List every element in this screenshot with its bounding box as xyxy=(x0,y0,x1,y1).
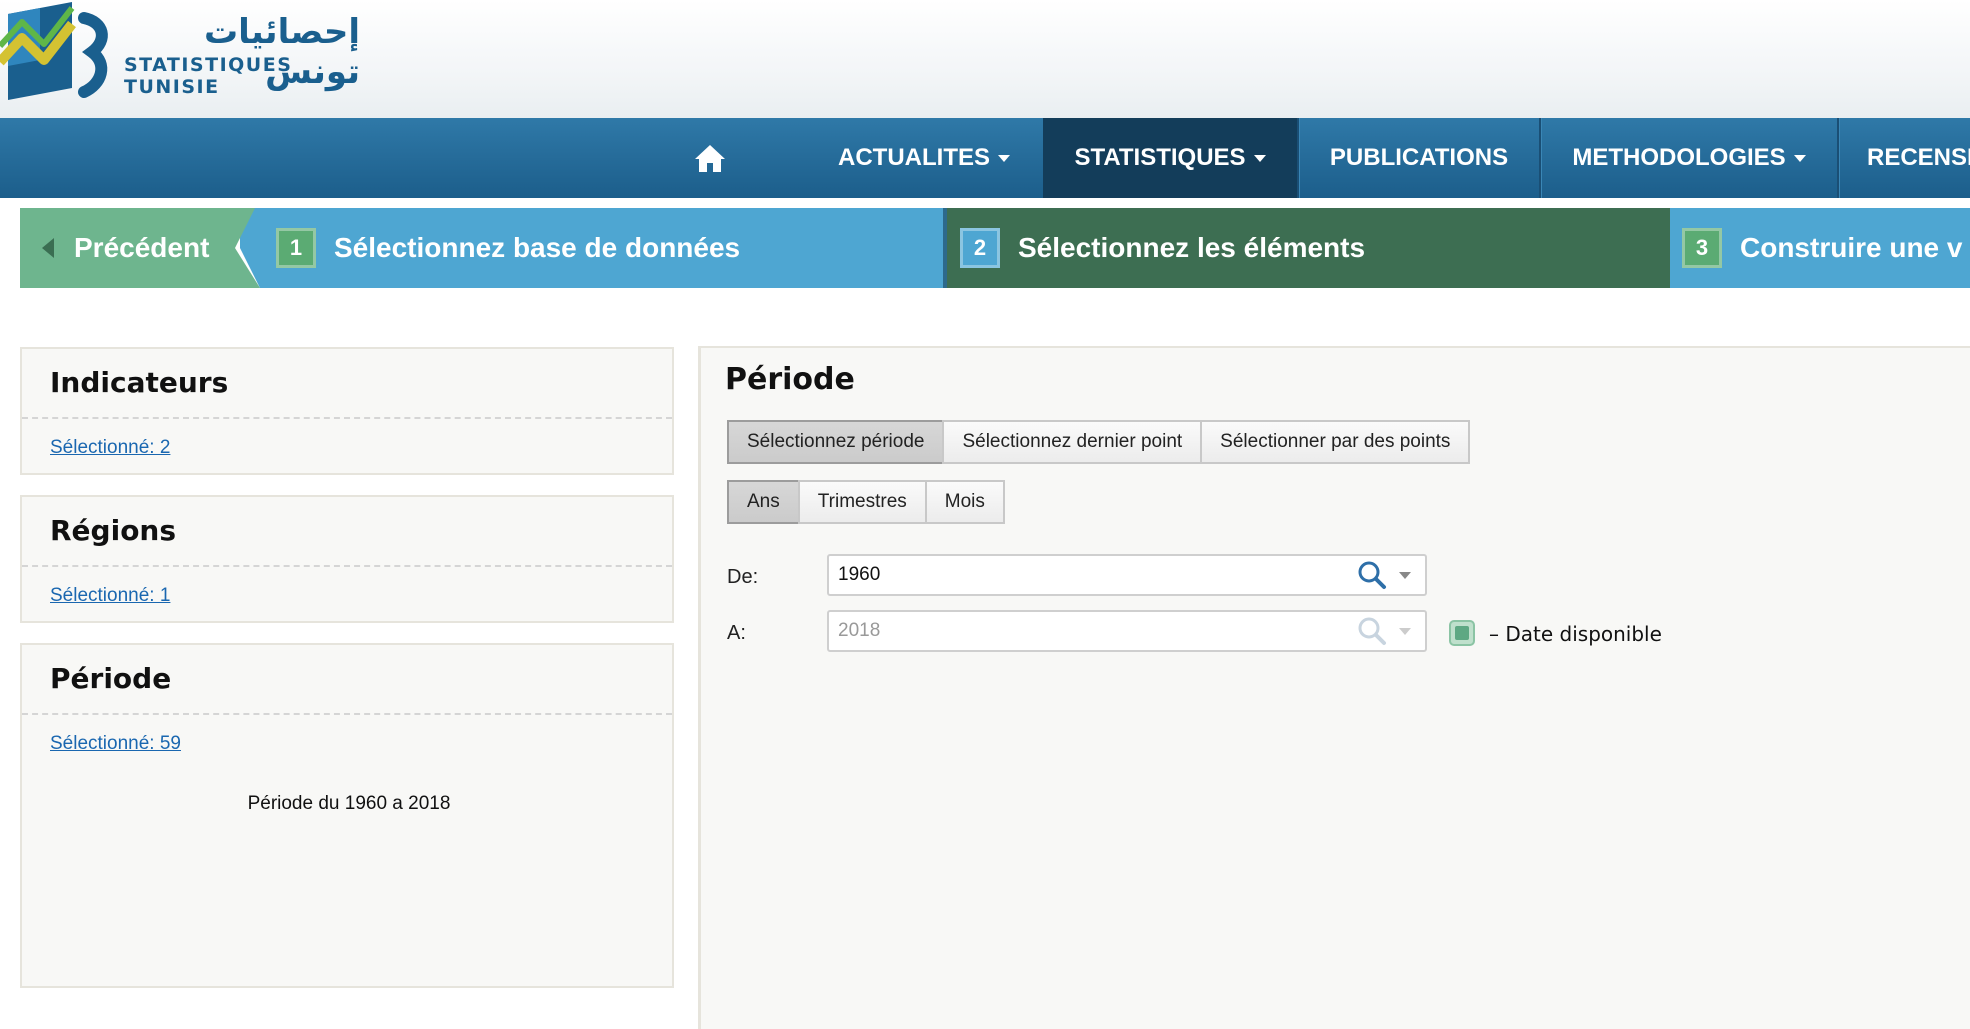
periode-summary-text: Période du 1960 a 2018 xyxy=(247,793,451,814)
nav-recensement[interactable]: RECENSI xyxy=(1839,118,1970,198)
step-1-number: 1 xyxy=(276,228,316,268)
from-label: De: xyxy=(727,566,759,588)
chevron-down-icon xyxy=(998,154,1010,162)
from-year-input[interactable] xyxy=(829,556,1355,594)
step-2-number: 2 xyxy=(960,228,1000,268)
logo-emblem-icon xyxy=(0,2,108,100)
panel-regions-title: Régions xyxy=(22,497,672,567)
step-2-select-elements[interactable]: 2 Sélectionnez les éléments xyxy=(960,208,1660,288)
available-date-legend-text: – Date disponible xyxy=(1489,622,1662,646)
to-year-select[interactable] xyxy=(827,610,1427,652)
search-icon[interactable] xyxy=(1355,614,1389,648)
frequency-months-button[interactable]: Mois xyxy=(924,480,1005,524)
step-wizard: Précédent 1 Sélectionnez base de données… xyxy=(20,208,1970,288)
indicateurs-selected-link[interactable]: Sélectionné: 2 xyxy=(50,437,170,459)
step-2-label: Sélectionnez les éléments xyxy=(1018,232,1366,263)
nav-home[interactable] xyxy=(672,118,748,198)
regions-selected-link[interactable]: Sélectionné: 1 xyxy=(50,585,170,607)
step-2-number-text: 2 xyxy=(973,235,987,260)
home-icon xyxy=(695,145,725,172)
nav-recensement-label: RECENSI xyxy=(1867,144,1970,171)
periode-main-panel: Période Sélectionnez période Sélectionne… xyxy=(698,346,1970,1029)
panel-regions: Régions Sélectionné: 1 xyxy=(20,495,674,623)
nav-statistiques[interactable]: STATISTIQUES xyxy=(1043,118,1297,198)
chevron-left-icon xyxy=(42,238,54,258)
to-label: A: xyxy=(727,622,746,644)
nav-methodologies[interactable]: METHODOLOGIES xyxy=(1541,118,1837,198)
select-by-points-button[interactable]: Sélectionner par des points xyxy=(1200,420,1471,464)
panel-indicateurs: Indicateurs Sélectionné: 2 xyxy=(20,347,674,475)
site-header: إحصائيات تونس STATISTIQUES TUNISIE xyxy=(0,0,1970,118)
step-1-label: Sélectionnez base de données xyxy=(334,232,741,263)
periode-selected-link[interactable]: Sélectionné: 59 xyxy=(50,733,181,755)
select-last-point-button[interactable]: Sélectionnez dernier point xyxy=(942,420,1203,464)
step-1-number-text: 1 xyxy=(289,235,303,260)
nav-publications[interactable]: PUBLICATIONS xyxy=(1299,118,1539,198)
frequency-quarters-button[interactable]: Trimestres xyxy=(797,480,927,524)
nav-methodologies-label: METHODOLOGIES xyxy=(1572,144,1786,171)
from-year-select[interactable] xyxy=(827,554,1427,596)
panel-periode-title: Période xyxy=(22,645,672,715)
step-3-build-view[interactable]: 3 Construire une v xyxy=(1682,208,1970,288)
step-back-button[interactable]: Précédent xyxy=(20,208,235,288)
period-mode-button-group: Sélectionnez période Sélectionnez dernie… xyxy=(727,420,1471,464)
step-3-number-text: 3 xyxy=(1695,235,1709,260)
step-3-label: Construire une v xyxy=(1740,232,1963,263)
chevron-down-icon[interactable] xyxy=(1399,627,1411,635)
main-title: Période xyxy=(725,362,855,397)
step-3-number: 3 xyxy=(1682,228,1722,268)
nav-actualites[interactable]: ACTUALITES xyxy=(806,118,1042,198)
select-period-button[interactable]: Sélectionnez période xyxy=(727,420,945,464)
search-icon[interactable] xyxy=(1355,558,1389,592)
available-date-legend-swatch xyxy=(1449,620,1475,646)
panel-periode: Période Sélectionné: 59 Période du 1960 … xyxy=(20,643,674,988)
nav-publications-label: PUBLICATIONS xyxy=(1329,144,1509,171)
chevron-down-icon[interactable] xyxy=(1399,571,1411,579)
chevron-down-icon xyxy=(1253,154,1266,162)
frequency-button-group: Ans Trimestres Mois xyxy=(727,480,1005,524)
chevron-down-icon xyxy=(1793,154,1806,162)
nav-statistiques-label: STATISTIQUES xyxy=(1074,144,1246,171)
main-navbar: ACTUALITES STATISTIQUES PUBLICATIONS MET… xyxy=(0,118,1970,198)
logo-french-text: STATISTIQUES TUNISIE xyxy=(124,54,293,98)
nav-actualites-label: ACTUALITES xyxy=(838,144,990,171)
to-year-input[interactable] xyxy=(829,612,1355,650)
step-back-label: Précédent xyxy=(74,232,210,263)
frequency-years-button[interactable]: Ans xyxy=(727,480,800,524)
site-logo[interactable]: إحصائيات تونس STATISTIQUES TUNISIE xyxy=(0,0,360,110)
step-1-select-database[interactable]: 1 Sélectionnez base de données xyxy=(276,208,936,288)
panel-indicateurs-title: Indicateurs xyxy=(22,349,672,419)
